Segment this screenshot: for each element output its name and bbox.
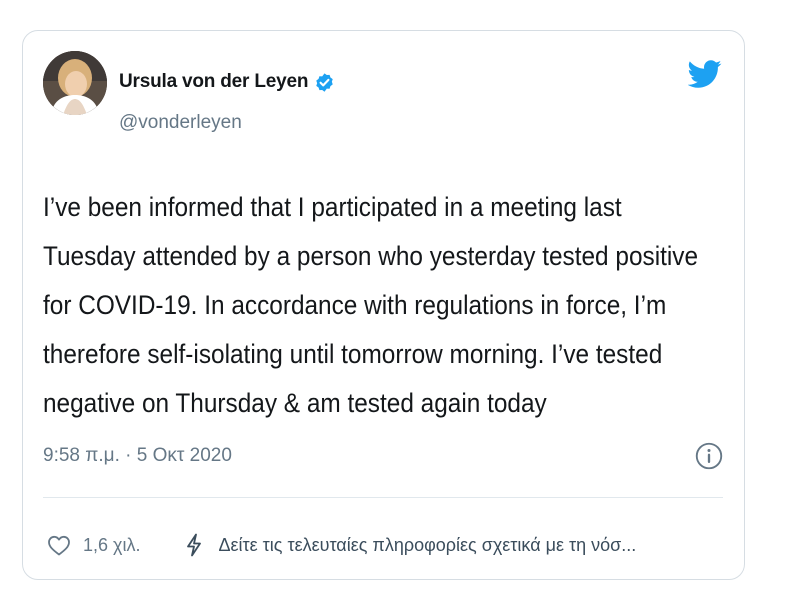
lightning-bolt-icon[interactable]	[184, 533, 204, 557]
author-avatar[interactable]	[43, 51, 107, 115]
verified-badge-icon	[316, 72, 333, 92]
covid-info-link[interactable]: Δείτε τις τελευταίες πληροφορίες σχετικά…	[218, 535, 636, 556]
tweet-card[interactable]: Ursula von der Leyen @vonderleyen I’ve b…	[22, 30, 745, 580]
tweet-text-line: for COVID-19. In accordance with regulat…	[43, 290, 667, 320]
tweet-text-line: negative on Thursday & am tested again t…	[43, 388, 547, 418]
author-display-name[interactable]: Ursula von der Leyen	[119, 71, 308, 93]
tweet-text-line: therefore self-isolating until tomorrow …	[43, 339, 663, 369]
divider	[43, 497, 723, 498]
tweet-timestamp[interactable]: 9:58 π.μ. · 5 Οκτ 2020	[43, 445, 232, 467]
avatar-photo	[43, 51, 107, 115]
tweet-meta-row: 9:58 π.μ. · 5 Οκτ 2020	[43, 441, 723, 471]
tweet-text-line: I’ve been informed that I participated i…	[43, 192, 622, 222]
like-count[interactable]: 1,6 χιλ.	[83, 535, 140, 556]
heart-outline-icon[interactable]	[47, 534, 71, 556]
twitter-bird-icon[interactable]	[688, 57, 722, 91]
author-name-row: Ursula von der Leyen	[119, 68, 335, 96]
tweet-action-row: 1,6 χιλ. Δείτε τις τελευταίες πληροφορίε…	[43, 531, 723, 559]
tweet-text-line: Tuesday attended by a person who yesterd…	[43, 241, 699, 271]
info-icon[interactable]	[695, 442, 723, 470]
tweet-text: I’ve been informed that I participated i…	[43, 183, 699, 428]
author-handle[interactable]: @vonderleyen	[119, 112, 242, 134]
